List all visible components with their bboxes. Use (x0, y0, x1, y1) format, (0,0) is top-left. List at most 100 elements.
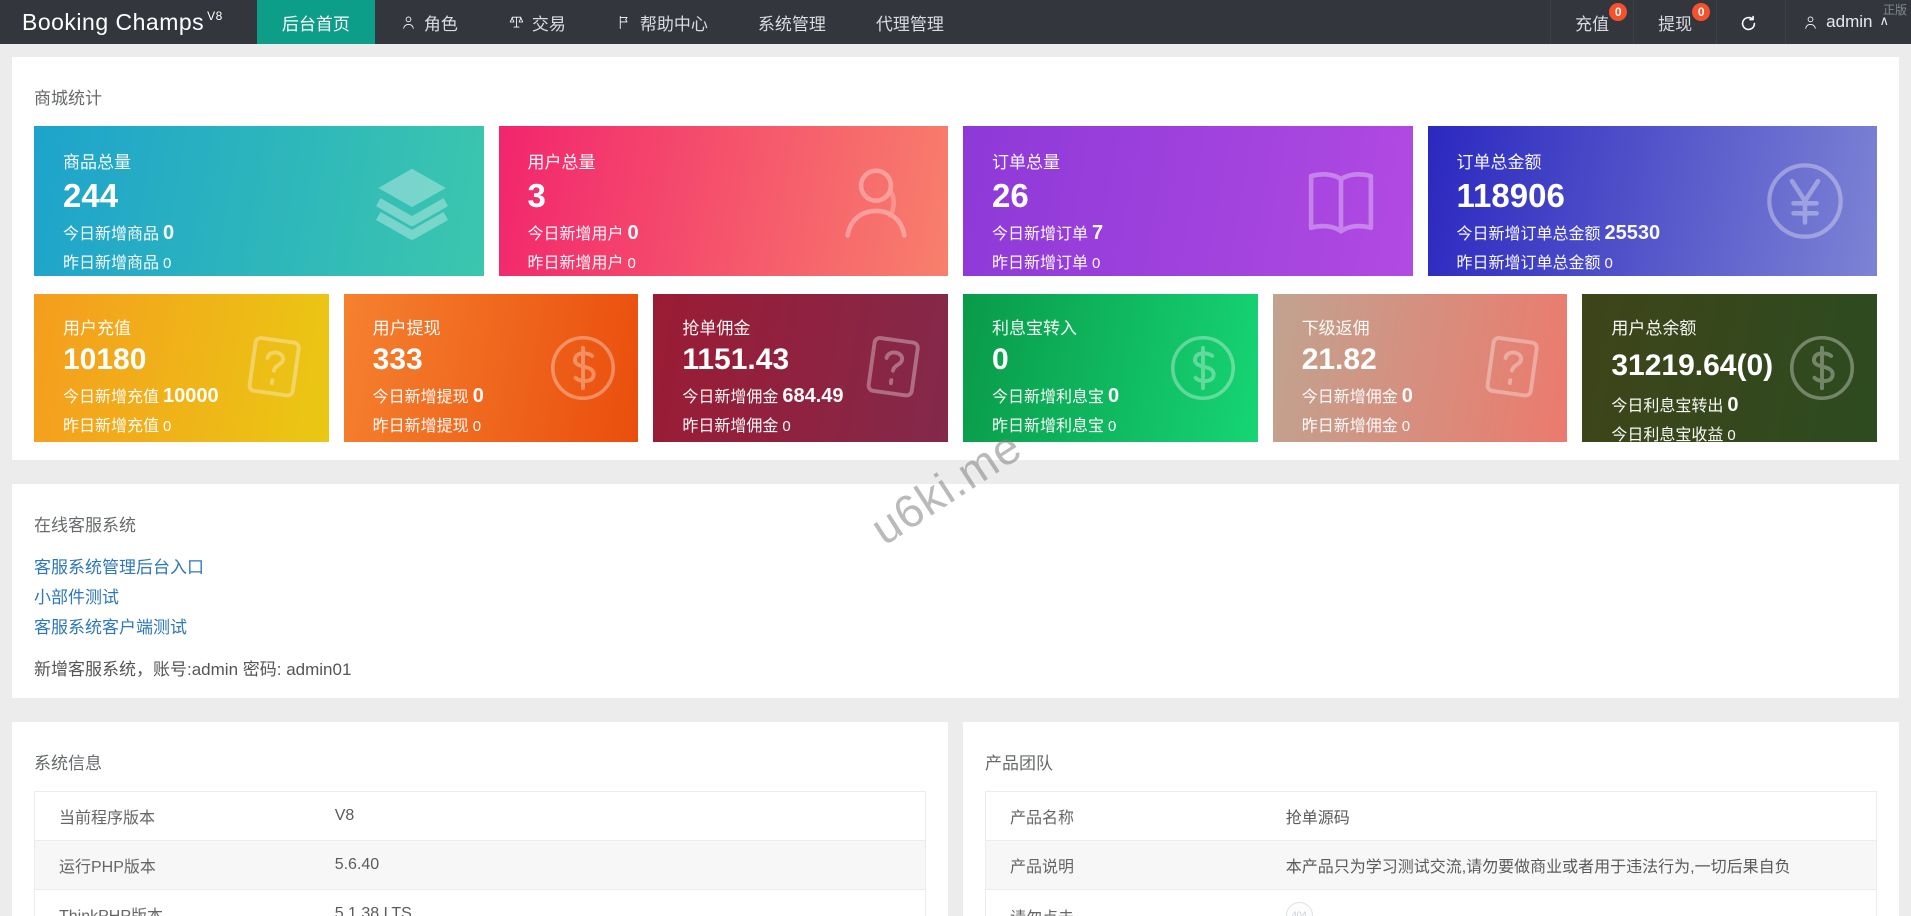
layers-icon (366, 155, 458, 247)
stat-card-yesterday-line: 昨日新增充值0 (63, 412, 329, 436)
row-label: 请勿点击 (986, 890, 1262, 916)
stat-card-yesterday-line: 昨日新增商品0 (63, 249, 484, 273)
yesterday-value: 0 (628, 255, 636, 272)
nav-menu: 后台首页角色 交易帮助中心系统管理 代理管理 (257, 0, 969, 44)
table-row: ThinkPHP版本5.1.38 LTS (35, 890, 926, 916)
yesterday-value: 0 (1605, 255, 1613, 272)
today-label: 今日新增用户 (528, 226, 624, 243)
stat-card: 利息宝转入0今日新增利息宝0昨日新增利息宝0 (963, 294, 1258, 442)
yesterday-value: 0 (1402, 418, 1410, 435)
table-row: 请勿点击 404 (986, 890, 1877, 916)
yesterday-label: 今日利息宝收益 (1611, 427, 1723, 442)
stat-card-yesterday-line: 昨日新增订单0 (992, 249, 1413, 273)
scales-icon (508, 14, 525, 31)
product-team-title: 产品团队 (985, 749, 1877, 774)
row-value: 本产品只为学习测试交流,请勿要做商业或者用于违法行为,一切后果自负 (1262, 841, 1877, 890)
dollar-icon (544, 329, 622, 407)
nav-item-label: 系统管理 (758, 10, 826, 35)
today-label: 今日新增订单总金额 (1457, 226, 1601, 243)
stat-card: 抢单佣金1151.43今日新增佣金684.49昨日新增佣金0 (653, 294, 948, 442)
nav-item-roles[interactable]: 角色 (375, 0, 483, 44)
service-link-2[interactable]: 小部件测试 (34, 583, 119, 613)
stat-card: 订单总量26今日新增订单7昨日新增订单0 (963, 126, 1413, 276)
table-row: 产品名称抢单源码 (986, 792, 1877, 841)
brand-text: Booking Champs (22, 9, 204, 36)
system-info-panel: 系统信息 当前程序版本V8运行PHP版本5.6.40ThinkPHP版本5.1.… (12, 722, 948, 916)
book-icon (1295, 155, 1387, 247)
recharge-label: 充值 (1575, 10, 1609, 35)
question-file-icon (854, 329, 932, 407)
brand-logo[interactable]: Booking Champs V8 (0, 0, 257, 44)
today-label: 今日新增订单 (992, 226, 1088, 243)
row-value: 5.1.38 LTS (311, 890, 926, 916)
today-label: 今日新增利息宝 (992, 389, 1104, 406)
withdraw-badge: 0 (1692, 3, 1710, 21)
stats-panel: 商城统计 商品总量244今日新增商品0昨日新增商品0用户总量3今日新增用户0昨日… (12, 57, 1899, 460)
service-link-3[interactable]: 客服系统客户端测试 (34, 613, 187, 643)
refresh-button[interactable] (1716, 0, 1785, 44)
navbar: Booking Champs V8 后台首页角色 交易帮助中心系统管理 代理管理 充… (0, 0, 1911, 44)
today-value: 0 (473, 385, 484, 407)
service-link-1[interactable]: 客服系统管理后台入口 (34, 553, 204, 583)
table-row: 运行PHP版本5.6.40 (35, 841, 926, 890)
stat-card-yesterday-line: 昨日新增佣金0 (682, 412, 948, 436)
yen-icon (1759, 155, 1851, 247)
license-label: 正版 (1883, 1, 1907, 18)
yesterday-label: 昨日新增佣金 (682, 418, 778, 435)
stat-card: 下级返佣21.82今日新增佣金0昨日新增佣金0 (1273, 294, 1568, 442)
stats-row-2: 用户充值10180今日新增充值10000昨日新增充值0用户提现333今日新增提现… (34, 294, 1877, 442)
today-label: 今日新增提现 (373, 389, 469, 406)
today-label: 今日新增充值 (63, 389, 159, 406)
stat-card: 用户提现333今日新增提现0昨日新增提现0 (344, 294, 639, 442)
yesterday-label: 昨日新增充值 (63, 418, 159, 435)
nav-item-help-center[interactable]: 帮助中心 (591, 0, 733, 44)
do-not-click-badge[interactable]: 404 (1286, 902, 1313, 916)
user-icon (1802, 14, 1819, 31)
nav-item-home[interactable]: 后台首页 (257, 0, 375, 44)
nav-item-label: 交易 (532, 10, 566, 35)
recharge-button[interactable]: 充值0 (1550, 0, 1633, 44)
user-name: admin (1826, 12, 1872, 32)
nav-item-system-manage[interactable]: 系统管理 (733, 0, 851, 44)
today-label: 今日新增商品 (63, 226, 159, 243)
stat-card: 用户充值10180今日新增充值10000昨日新增充值0 (34, 294, 329, 442)
row-label: 产品说明 (986, 841, 1262, 890)
today-value: 7 (1092, 222, 1103, 244)
service-section-title: 在线客服系统 (34, 511, 1877, 536)
today-label: 今日新增佣金 (1302, 389, 1398, 406)
yesterday-label: 昨日新增利息宝 (992, 418, 1104, 435)
yesterday-value: 0 (163, 255, 171, 272)
user-small-icon (400, 14, 417, 31)
refresh-icon (1739, 14, 1756, 31)
yesterday-label: 昨日新增佣金 (1302, 418, 1398, 435)
bottom-row: 系统信息 当前程序版本V8运行PHP版本5.6.40ThinkPHP版本5.1.… (12, 722, 1899, 916)
withdraw-button[interactable]: 提现0 (1633, 0, 1716, 44)
row-value: 5.6.40 (311, 841, 926, 890)
nav-item-label: 代理管理 (876, 10, 944, 35)
flag-icon (616, 14, 633, 31)
yesterday-label: 昨日新增商品 (63, 255, 159, 272)
dollar-icon (1783, 329, 1861, 407)
row-label: ThinkPHP版本 (35, 890, 311, 916)
nav-item-agent-manage[interactable]: 代理管理 (851, 0, 969, 44)
yesterday-label: 昨日新增提现 (373, 418, 469, 435)
brand-version: V8 (207, 9, 223, 23)
stat-card: 订单总金额118906今日新增订单总金额25530昨日新增订单总金额0 (1428, 126, 1878, 276)
nav-item-label: 后台首页 (282, 10, 350, 35)
today-value: 0 (163, 222, 174, 244)
today-value: 0 (628, 222, 639, 244)
stats-section-title: 商城统计 (34, 84, 1877, 109)
row-label: 当前程序版本 (35, 792, 311, 841)
yesterday-value: 0 (1092, 255, 1100, 272)
recharge-badge: 0 (1609, 3, 1627, 21)
dollar-icon (1164, 329, 1242, 407)
nav-item-trade[interactable]: 交易 (483, 0, 591, 44)
service-links: 客服系统管理后台入口小部件测试客服系统客户端测试 (34, 553, 1877, 643)
service-note: 新增客服系统，账号:admin 密码: admin01 (34, 655, 1877, 680)
yesterday-label: 昨日新增订单 (992, 255, 1088, 272)
table-row: 当前程序版本V8 (35, 792, 926, 841)
stat-card-yesterday-line: 昨日新增利息宝0 (992, 412, 1258, 436)
product-team-panel: 产品团队 产品名称抢单源码产品说明本产品只为学习测试交流,请勿要做商业或者用于违… (963, 722, 1899, 916)
yesterday-value: 0 (473, 418, 481, 435)
system-info-title: 系统信息 (34, 749, 926, 774)
